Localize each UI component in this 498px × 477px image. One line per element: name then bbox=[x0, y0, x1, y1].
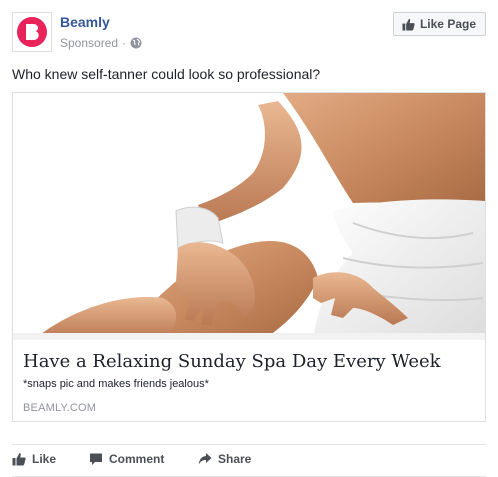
actions-divider bbox=[12, 444, 486, 445]
share-label: Share bbox=[218, 452, 252, 466]
post-header: Beamly Sponsored · Like Page bbox=[12, 12, 486, 56]
sponsored-post: Beamly Sponsored · Like Page Who knew se… bbox=[0, 0, 498, 477]
comment-button[interactable]: Comment bbox=[89, 452, 164, 466]
link-headline[interactable]: Have a Relaxing Sunday Spa Day Every Wee… bbox=[23, 351, 441, 372]
link-card-text[interactable]: Have a Relaxing Sunday Spa Day Every Wee… bbox=[13, 340, 485, 421]
post-actions-bar: Like Comment Share bbox=[12, 446, 486, 474]
post-meta: Sponsored · bbox=[60, 36, 142, 50]
page-avatar[interactable] bbox=[12, 12, 52, 52]
link-domain: BEAMLY.COM bbox=[23, 402, 97, 414]
beamly-logo-icon bbox=[17, 17, 47, 47]
share-arrow-icon bbox=[198, 453, 212, 465]
like-button[interactable]: Like bbox=[12, 452, 56, 466]
link-preview-card[interactable]: Have a Relaxing Sunday Spa Day Every Wee… bbox=[12, 92, 486, 422]
page-name-link[interactable]: Beamly bbox=[60, 14, 110, 30]
globe-icon bbox=[130, 37, 142, 49]
comment-icon bbox=[90, 453, 102, 465]
link-description: *snaps pic and makes friends jealous* bbox=[23, 378, 209, 390]
share-button[interactable]: Share bbox=[198, 452, 251, 466]
comment-label: Comment bbox=[109, 452, 165, 466]
sponsored-label[interactable]: Sponsored bbox=[60, 36, 118, 50]
like-page-label: Like Page bbox=[419, 17, 476, 31]
like-label: Like bbox=[32, 452, 57, 466]
thumbs-up-icon bbox=[12, 453, 26, 466]
meta-separator: · bbox=[122, 36, 127, 50]
thumbs-up-icon bbox=[402, 18, 415, 31]
like-page-button[interactable]: Like Page bbox=[392, 12, 486, 36]
spa-photo-image[interactable] bbox=[13, 93, 485, 340]
post-message: Who knew self-tanner could look so profe… bbox=[12, 66, 321, 82]
